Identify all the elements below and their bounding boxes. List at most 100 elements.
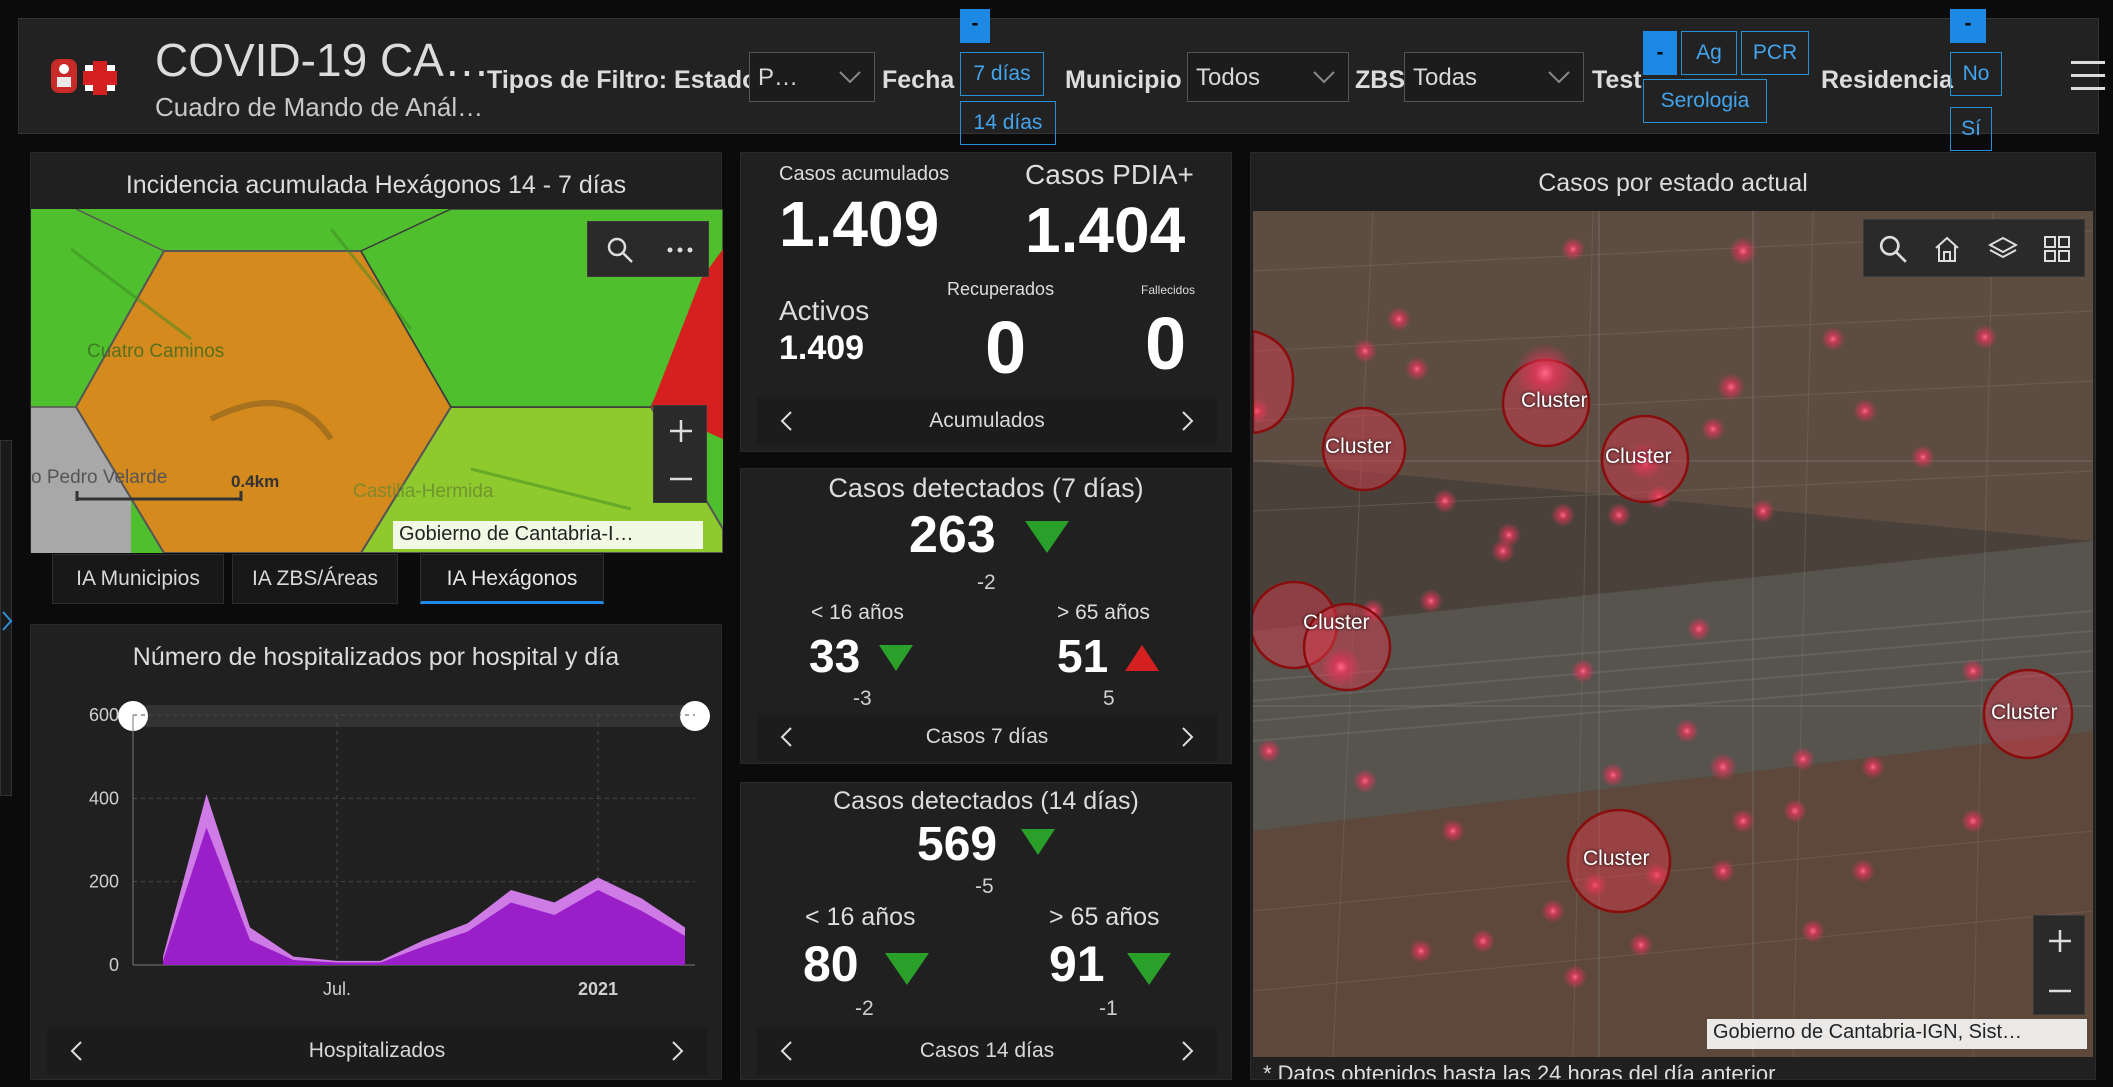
fecha-option-14[interactable]: 14 días — [960, 101, 1056, 145]
y-tick-label: 200 — [89, 872, 119, 892]
casos-7-panel: Casos detectados (7 días) 263 -2 < 16 añ… — [740, 468, 1232, 764]
test-option-serologia[interactable]: Serologia — [1643, 79, 1767, 123]
chevron-right-icon[interactable] — [1175, 1039, 1199, 1063]
tab-ia-municipios[interactable]: IA Municipios — [52, 554, 224, 604]
casos-14-nav-label: Casos 14 días — [919, 1039, 1055, 1062]
residencia-option-none[interactable]: - — [1950, 9, 1986, 43]
cluster-label: Cluster — [1605, 445, 1672, 468]
time-slider-track — [133, 705, 695, 727]
map-attribution: Gobierno de Cantabria-I… — [393, 521, 703, 549]
fallecidos-value: 0 — [1145, 302, 1187, 385]
casos-14-under16-delta: -2 — [855, 997, 874, 1020]
test-label: Test — [1592, 66, 1642, 94]
chevron-right-icon[interactable] — [665, 1039, 689, 1063]
trend-down-icon — [1021, 829, 1055, 855]
municipio-select[interactable]: Todos — [1187, 52, 1349, 102]
casos-acumulados-label: Casos acumulados — [779, 163, 950, 185]
zbs-select[interactable]: Todas — [1404, 52, 1584, 102]
casos-7-over65-label: > 65 años — [1057, 601, 1150, 624]
activos-label: Activos — [779, 295, 870, 326]
fecha-option-7[interactable]: 7 días — [960, 52, 1044, 96]
hex-map[interactable]: Cuatro Caminos o Pedro Velarde Castilla-… — [31, 209, 723, 553]
chevron-down-icon — [839, 71, 861, 84]
scale-label: 0.4km — [231, 472, 280, 491]
casos-7-nav: Casos 7 días — [757, 713, 1217, 761]
hospital-chart-panel: Número de hospitalizados por hospital y … — [30, 624, 722, 1080]
acumulados-nav: Acumulados — [757, 397, 1217, 445]
casos-7-over65-delta: 5 — [1103, 687, 1115, 710]
tab-ia-hexagonos[interactable]: IA Hexágonos — [420, 554, 604, 604]
x-tick-label: 2021 — [578, 979, 618, 999]
filter-label: Tipos de Filtro: Estado — [487, 66, 758, 94]
hamburger-icon[interactable] — [2071, 61, 2105, 91]
casos-14-over65-value: 91 — [1049, 936, 1105, 992]
casos-pdia-label: Casos PDIA+ — [1025, 159, 1194, 190]
x-tick-label: Jul. — [323, 979, 351, 999]
casos-7-under16-label: < 16 años — [811, 601, 904, 624]
more-icon[interactable] — [666, 246, 694, 254]
side-panel-handle[interactable] — [0, 440, 13, 796]
estado-select-value: P… — [758, 64, 799, 91]
trend-down-icon — [1127, 953, 1171, 985]
zoom-in-icon[interactable] — [668, 418, 694, 444]
chevron-right-icon[interactable] — [1175, 725, 1199, 749]
casos-acumulados-value: 1.409 — [779, 188, 940, 260]
cluster-label: Cluster — [1303, 611, 1370, 634]
zoom-out-icon[interactable] — [2047, 978, 2073, 1004]
cluster-map-attribution: Gobierno de Cantabria-IGN, Sist… — [1707, 1019, 2087, 1049]
y-tick-label: 600 — [89, 705, 119, 725]
app-subtitle: Cuadro de Mando de Anál… — [155, 92, 484, 122]
basemap-gallery-icon[interactable] — [2042, 234, 2072, 264]
tab-ia-zbs-areas[interactable]: IA ZBS/Áreas — [232, 554, 398, 604]
cluster-label: Cluster — [1583, 847, 1650, 870]
casos-7-value: 263 — [909, 506, 996, 564]
hospital-chart-title: Número de hospitalizados por hospital y … — [132, 643, 620, 671]
footer-note: * Datos obtenidos hasta las 24 horas del… — [1263, 1061, 1776, 1079]
residencia-option-si[interactable]: Sí — [1950, 107, 1992, 151]
place-label: o Pedro Velarde — [31, 467, 168, 488]
trend-down-icon — [1025, 521, 1069, 553]
zoom-in-icon[interactable] — [2047, 928, 2073, 954]
search-icon[interactable] — [1878, 234, 1908, 264]
cluster-map-toolbar — [1863, 219, 2085, 277]
layers-icon[interactable] — [1988, 234, 2018, 264]
acumulados-panel: Casos acumulados 1.409 Casos PDIA+ 1.404… — [740, 152, 1232, 452]
casos-14-under16-value: 80 — [803, 936, 859, 992]
casos-14-delta: -5 — [975, 875, 994, 898]
test-option-none[interactable]: - — [1643, 31, 1677, 75]
chevron-right-icon[interactable] — [1175, 409, 1199, 433]
hospital-chart-nav-label: Hospitalizados — [308, 1039, 446, 1062]
y-tick-label: 0 — [109, 955, 119, 975]
hospital-chart: 0 200 400 600 Jul. 2021 — [89, 701, 710, 999]
cluster-zoom-controls — [2033, 915, 2085, 1015]
trend-up-icon — [1125, 645, 1159, 671]
chevron-right-icon — [2, 611, 13, 631]
hospital-chart-nav: Hospitalizados — [47, 1027, 707, 1075]
municipio-label: Municipio — [1065, 66, 1182, 94]
time-slider-handle-end[interactable] — [680, 701, 710, 731]
casos-14-over65-label: > 65 años — [1049, 903, 1160, 931]
municipio-select-value: Todos — [1196, 64, 1261, 91]
cluster-map-panel: Casos por estado actual Cluster Cluster … — [1250, 152, 2096, 1080]
fecha-label: Fecha — [882, 66, 955, 94]
estado-select[interactable]: P… — [749, 52, 875, 102]
casos-pdia-value: 1.404 — [1025, 194, 1186, 266]
cluster-label: Cluster — [1991, 701, 2058, 724]
residencia-option-no[interactable]: No — [1950, 52, 2002, 96]
fallecidos-label: Fallecidos — [1141, 283, 1196, 297]
search-icon[interactable] — [606, 236, 634, 264]
trend-down-icon — [885, 953, 929, 985]
test-option-ag[interactable]: Ag — [1681, 31, 1737, 75]
cluster-map[interactable]: Cluster Cluster Cluster Cluster Cluster … — [1253, 211, 2093, 1057]
home-icon[interactable] — [1932, 234, 1962, 264]
test-option-pcr[interactable]: PCR — [1741, 31, 1809, 75]
zoom-out-icon[interactable] — [668, 466, 694, 492]
trend-down-icon — [879, 645, 913, 671]
residencia-label: Residencia — [1821, 66, 1954, 94]
fecha-option-none[interactable]: - — [960, 9, 990, 43]
zoom-controls — [653, 405, 707, 503]
recuperados-value: 0 — [985, 306, 1027, 389]
map-toolbar — [587, 221, 709, 277]
cluster-label: Cluster — [1521, 389, 1588, 412]
casos-14-nav: Casos 14 días — [757, 1027, 1217, 1075]
